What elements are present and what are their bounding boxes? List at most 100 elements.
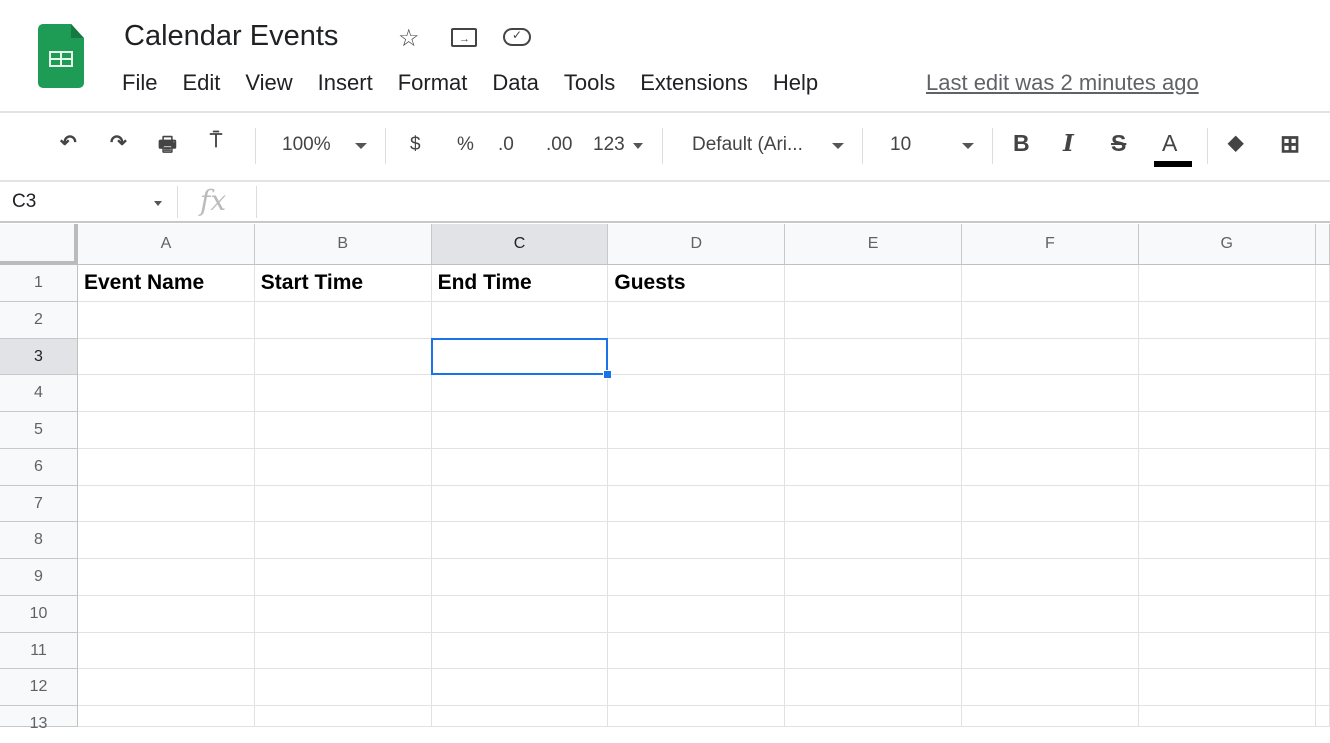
cell-b3[interactable] (254, 338, 432, 376)
menu-file[interactable]: File (122, 70, 157, 96)
menu-format[interactable]: Format (398, 70, 468, 96)
cell-f6[interactable] (962, 448, 1139, 486)
cell[interactable] (1315, 412, 1330, 449)
cell-f8[interactable] (962, 522, 1139, 559)
column-header-g[interactable]: G (1138, 224, 1316, 265)
cell-a6[interactable] (78, 448, 255, 486)
row-header-3[interactable]: 3 (0, 338, 78, 376)
cell-d13[interactable] (608, 706, 786, 727)
cell-e5[interactable] (785, 412, 962, 449)
cell-e12[interactable] (785, 669, 962, 706)
column-header-e[interactable]: E (785, 224, 962, 265)
star-icon[interactable]: ☆ (398, 24, 420, 53)
cell-b1[interactable]: Start Time (254, 265, 432, 302)
menu-tools[interactable]: Tools (564, 70, 615, 96)
cell-d8[interactable] (608, 522, 786, 559)
row-header-2[interactable]: 2 (0, 301, 78, 339)
cell-e13[interactable] (785, 706, 962, 727)
cell-g4[interactable] (1138, 375, 1316, 412)
decrease-decimal-button[interactable]: .0 (498, 134, 514, 156)
cell-a10[interactable] (78, 595, 255, 633)
cell-e3[interactable] (785, 338, 962, 376)
cell-f1[interactable] (962, 265, 1139, 302)
cell[interactable] (1315, 632, 1330, 670)
cell-g7[interactable] (1138, 485, 1316, 523)
cell-f11[interactable] (962, 632, 1139, 670)
cell[interactable] (1315, 265, 1330, 302)
cell-f10[interactable] (962, 595, 1139, 633)
cell-d5[interactable] (608, 412, 786, 449)
undo-icon[interactable]: ↶ (60, 130, 77, 155)
chevron-down-icon[interactable] (154, 201, 162, 206)
zoom-select[interactable]: 100% (282, 134, 331, 156)
cell-g1[interactable] (1138, 265, 1316, 302)
cell-b2[interactable] (254, 301, 432, 339)
strikethrough-button[interactable]: S (1111, 130, 1126, 157)
row-header-13[interactable]: 13 (0, 706, 78, 732)
document-title[interactable]: Calendar Events (124, 20, 338, 53)
bold-button[interactable]: B (1013, 130, 1030, 157)
cell-c7[interactable] (431, 485, 609, 523)
cell-a3[interactable] (78, 338, 255, 376)
cell[interactable] (1315, 375, 1330, 412)
cell-a1[interactable]: Event Name (78, 265, 255, 302)
cell-a7[interactable] (78, 485, 255, 523)
cell-d12[interactable] (608, 669, 786, 706)
menu-extensions[interactable]: Extensions (640, 70, 748, 96)
row-header-7[interactable]: 7 (0, 485, 78, 523)
cell[interactable] (1315, 485, 1330, 523)
cell[interactable] (1315, 595, 1330, 633)
cell-f3[interactable] (962, 338, 1139, 376)
cell-f4[interactable] (962, 375, 1139, 412)
row-header-4[interactable]: 4 (0, 375, 78, 412)
text-color-button[interactable]: A (1162, 130, 1177, 157)
chevron-down-icon[interactable] (633, 143, 643, 149)
cell-d3[interactable] (608, 338, 786, 376)
cell-e6[interactable] (785, 448, 962, 486)
cell-a13[interactable] (78, 706, 255, 727)
cell-g5[interactable] (1138, 412, 1316, 449)
column-header-d[interactable]: D (608, 224, 786, 265)
cell-e9[interactable] (785, 559, 962, 596)
cell[interactable] (1315, 559, 1330, 596)
select-all-corner[interactable] (0, 224, 78, 265)
cell-c12[interactable] (431, 669, 609, 706)
cell[interactable] (1315, 338, 1330, 376)
cell-b8[interactable] (254, 522, 432, 559)
cell-b13[interactable] (254, 706, 432, 727)
cell-a8[interactable] (78, 522, 255, 559)
name-box[interactable]: C3 (12, 191, 36, 213)
cell-g13[interactable] (1138, 706, 1316, 727)
cell-c6[interactable] (431, 448, 609, 486)
chevron-down-icon[interactable] (832, 143, 844, 149)
cell-g11[interactable] (1138, 632, 1316, 670)
font-select[interactable]: Default (Ari... (692, 134, 803, 156)
cell-f12[interactable] (962, 669, 1139, 706)
cell-a11[interactable] (78, 632, 255, 670)
row-header-5[interactable]: 5 (0, 412, 78, 449)
row-header-1[interactable]: 1 (0, 265, 78, 302)
cell-e2[interactable] (785, 301, 962, 339)
cell-b12[interactable] (254, 669, 432, 706)
cell-f5[interactable] (962, 412, 1139, 449)
row-header-9[interactable]: 9 (0, 559, 78, 596)
cell-e7[interactable] (785, 485, 962, 523)
cell-e4[interactable] (785, 375, 962, 412)
cell-a2[interactable] (78, 301, 255, 339)
cell-c1[interactable]: End Time (431, 265, 609, 302)
borders-icon[interactable]: ⊞ (1280, 130, 1300, 159)
cell-g2[interactable] (1138, 301, 1316, 339)
cell-a9[interactable] (78, 559, 255, 596)
cell-b9[interactable] (254, 559, 432, 596)
menu-help[interactable]: Help (773, 70, 818, 96)
cell-f2[interactable] (962, 301, 1139, 339)
cell-d7[interactable] (608, 485, 786, 523)
cell-e11[interactable] (785, 632, 962, 670)
cell[interactable] (1315, 706, 1330, 727)
sheets-logo[interactable] (38, 24, 84, 88)
cell[interactable] (1315, 448, 1330, 486)
row-header-6[interactable]: 6 (0, 448, 78, 486)
cell-f9[interactable] (962, 559, 1139, 596)
cell-d11[interactable] (608, 632, 786, 670)
cell-c2[interactable] (431, 301, 609, 339)
